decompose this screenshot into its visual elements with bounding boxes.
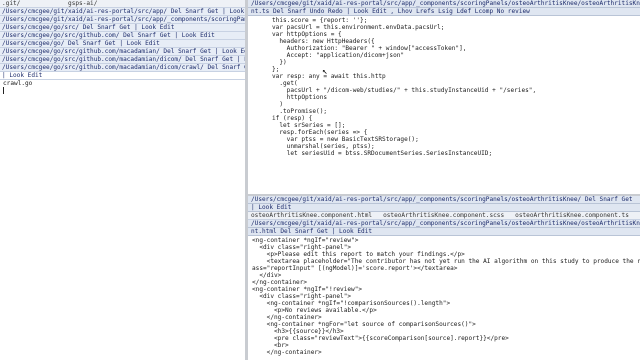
- code-line[interactable]: pacsUrl + "/dicom-web/studies/" + this.s…: [248, 87, 640, 94]
- code-line[interactable]: ass="reportInput" [(ngModel)]='score.rep…: [248, 265, 640, 272]
- code-line[interactable]: var resp: any = await this.http: [248, 73, 640, 80]
- code-line[interactable]: if (resp) {: [248, 115, 640, 122]
- file-list[interactable]: osteoArthritisKnee.component.html osteoA…: [248, 212, 640, 220]
- editor-window-html[interactable]: /Users/cmcgee/git/xaid/ai-res-portal/src…: [248, 196, 640, 360]
- mouse-pointer-icon: ↖: [322, 67, 328, 77]
- code-line[interactable]: }): [248, 59, 640, 66]
- code-line[interactable]: <ng-container *ngIf="!review">: [248, 286, 640, 293]
- window-tag-ts[interactable]: /Users/cmcgee/git/xaid/ai-res-portal/src…: [248, 0, 640, 8]
- code-line[interactable]: </ng-container>: [248, 349, 640, 356]
- ts-code-body[interactable]: this.score = {report: ''}; var pacsUrl = …: [248, 16, 640, 157]
- code-line[interactable]: <p>Please edit this report to match your…: [248, 251, 640, 258]
- code-line[interactable]: </div>: [248, 272, 640, 279]
- window-tag-dir-commands[interactable]: | Look Edit: [248, 204, 640, 212]
- tag-line-8-wrap[interactable]: | Look Edit: [0, 72, 245, 80]
- code-line[interactable]: var httpOptions = {: [248, 31, 640, 38]
- code-line[interactable]: <textarea placeholder="The contributor h…: [248, 258, 640, 265]
- code-line[interactable]: Accept: "application/dicom+json": [248, 52, 640, 59]
- code-line[interactable]: .toPromise();: [248, 108, 640, 115]
- code-line[interactable]: unmarshal(series, ptss);: [248, 143, 640, 150]
- window-tag-dir[interactable]: /Users/cmcgee/git/xaid/ai-res-portal/src…: [248, 196, 640, 204]
- text-cursor: [3, 87, 4, 94]
- left-pane[interactable]: .git/ gsps-ai/ /Users/cmcgee/git/xaid/ai…: [0, 0, 245, 360]
- code-line[interactable]: var pacsUrl = this.environment.envData.p…: [248, 24, 640, 31]
- code-line[interactable]: <ng-container *ngFor="let source of comp…: [248, 321, 640, 328]
- window-tag-html-commands[interactable]: nt.html Del Snarf Get | Look Edit: [248, 228, 640, 236]
- html-code-body[interactable]: <ng-container *ngIf="review"> <div class…: [248, 236, 640, 356]
- window-tag-html[interactable]: /Users/cmcgee/git/xaid/ai-res-portal/src…: [248, 220, 640, 228]
- code-line[interactable]: </ng-container>: [248, 314, 640, 321]
- code-line[interactable]: let srSeries = [];: [248, 122, 640, 129]
- window-tag-ts-commands[interactable]: nt.ts Del Snarf Undo Redo | Look Edit , …: [248, 8, 640, 16]
- tag-line-7[interactable]: /Users/cmcgee/go/src/github.com/macadami…: [0, 56, 245, 64]
- code-line[interactable]: };: [248, 66, 640, 73]
- tag-line-1[interactable]: /Users/cmcgee/git/xaid/ai-res-portal/src…: [0, 8, 245, 16]
- tag-line-5[interactable]: /Users/cmcgee/go/ Del Snarf Get | Look E…: [0, 40, 245, 48]
- tag-line-2[interactable]: /Users/cmcgee/git/xaid/ai-res-portal/src…: [0, 16, 245, 24]
- tag-line-3[interactable]: /Users/cmcgee/go/src/ Del Snarf Get | Lo…: [0, 24, 245, 32]
- editor-window-ts[interactable]: /Users/cmcgee/git/xaid/ai-res-portal/src…: [248, 0, 640, 194]
- code-line[interactable]: Authorization: "Bearer " + window["acces…: [248, 45, 640, 52]
- code-line[interactable]: <pre class="reviewText">{{scoreCompariso…: [248, 335, 640, 342]
- code-line[interactable]: </ng-container>: [248, 279, 640, 286]
- code-line[interactable]: <p>No reviews available.</p>: [248, 307, 640, 314]
- code-line[interactable]: <br>: [248, 342, 640, 349]
- directory-strip[interactable]: .git/ gsps-ai/: [0, 0, 245, 8]
- code-line[interactable]: headers: new HttpHeaders({: [248, 38, 640, 45]
- tag-line-8[interactable]: /Users/cmcgee/go/src/github.com/macadami…: [0, 64, 245, 72]
- code-line[interactable]: resp.forEach(series => {: [248, 129, 640, 136]
- text-cursor-line[interactable]: [0, 87, 245, 94]
- code-line[interactable]: let seriesUid = btss.SRDocumentSeries.Se…: [248, 150, 640, 157]
- tag-line-6[interactable]: /Users/cmcgee/go/src/github.com/macadami…: [0, 48, 245, 56]
- code-line[interactable]: <div class="right-panel">: [248, 244, 640, 251]
- code-line[interactable]: <ng-container *ngIf="review">: [248, 237, 640, 244]
- code-line[interactable]: <ng-container *ngIf="!comparisonSources(…: [248, 300, 640, 307]
- code-line[interactable]: .get(: [248, 80, 640, 87]
- code-line[interactable]: var ptss = new BasicTextSRStorage();: [248, 136, 640, 143]
- tag-line-4[interactable]: /Users/cmcgee/go/src/github.com/ Del Sna…: [0, 32, 245, 40]
- code-line[interactable]: <div class="right-panel">: [248, 293, 640, 300]
- code-line[interactable]: ): [248, 101, 640, 108]
- code-line[interactable]: httpOptions: [248, 94, 640, 101]
- code-line[interactable]: <h3>{{source}}</h3>: [248, 328, 640, 335]
- file-entry-crawl-go[interactable]: crawl.go: [0, 80, 245, 87]
- code-line[interactable]: this.score = {report: ''};: [248, 17, 640, 24]
